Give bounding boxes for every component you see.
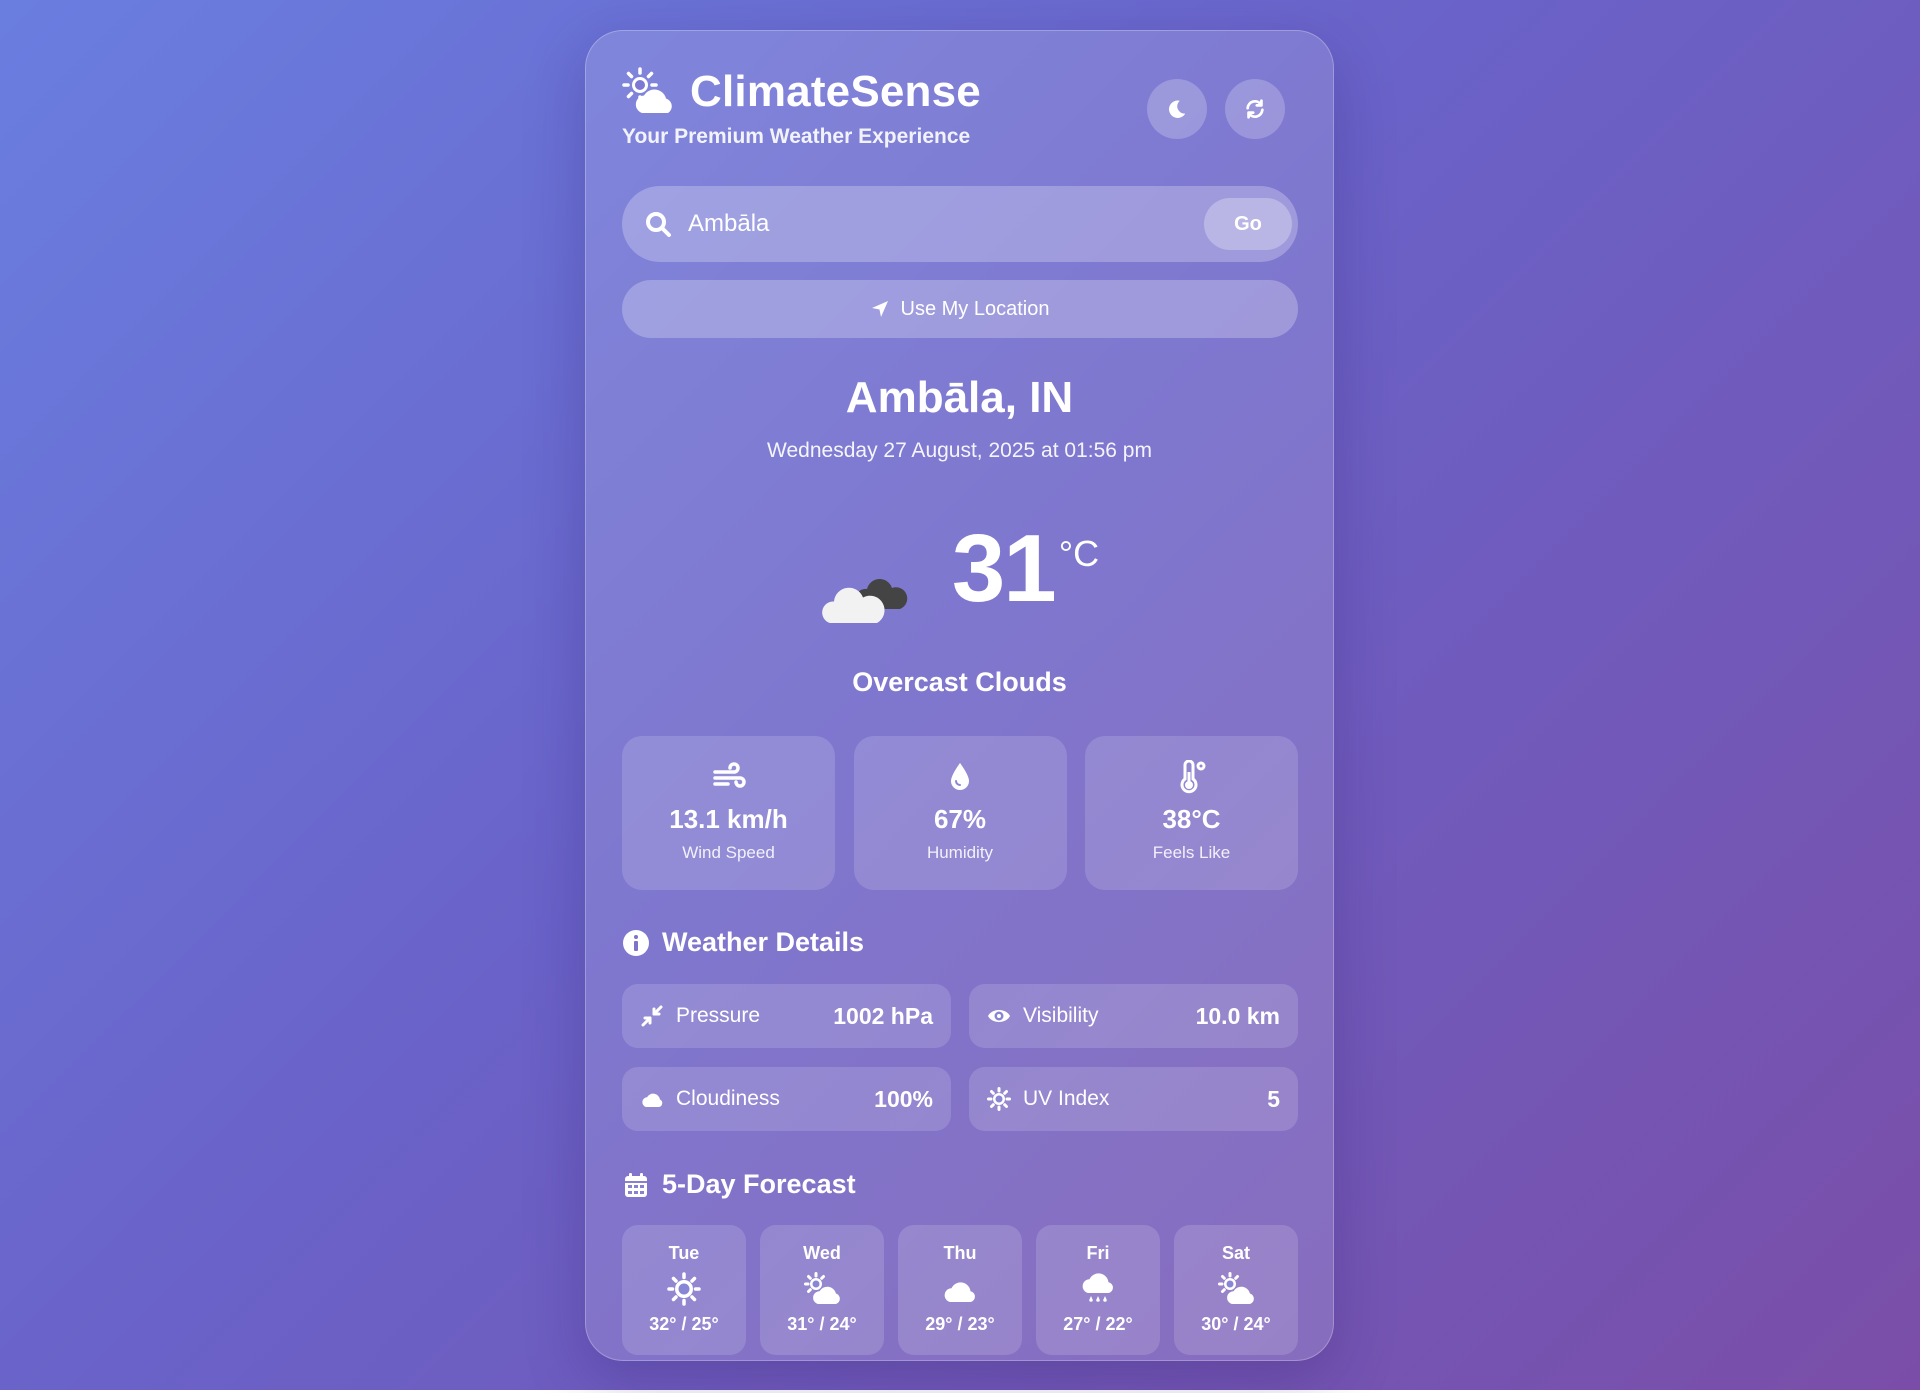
app-title: ClimateSense xyxy=(690,67,981,116)
forecast-day-sat: Sat 30° / 24° xyxy=(1174,1225,1298,1355)
temperature-value: 31 xyxy=(951,515,1057,622)
forecast-day-tue: Tue 32° / 25° xyxy=(622,1225,746,1355)
detail-visibility: Visibility 10.0 km xyxy=(969,984,1298,1048)
location-arrow-icon xyxy=(871,301,888,317)
refresh-button[interactable] xyxy=(1225,79,1285,139)
moon-icon xyxy=(1169,100,1186,118)
brand: ClimateSense xyxy=(622,67,981,117)
detail-pressure: Pressure 1002 hPa xyxy=(622,984,951,1048)
location-name: Ambāla, IN xyxy=(845,373,1074,422)
visibility-label: Visibility xyxy=(1023,1004,1099,1027)
forecast-day-name: Thu xyxy=(943,1243,977,1263)
stat-wind: 13.1 km/h Wind Speed xyxy=(622,736,835,890)
forecast-temps: 30° / 24° xyxy=(1201,1314,1271,1334)
use-my-location-button[interactable]: Use My Location xyxy=(622,280,1298,338)
sun-icon xyxy=(667,1272,701,1306)
forecast-day-fri: Fri 27° / 22° xyxy=(1036,1225,1160,1355)
use-my-location-label: Use My Location xyxy=(900,297,1050,320)
forecast-day-name: Wed xyxy=(803,1243,841,1263)
stat-feels-like: 38°C Feels Like xyxy=(1085,736,1298,890)
rain-icon xyxy=(1082,1273,1113,1302)
forecast-temps: 27° / 22° xyxy=(1063,1314,1133,1334)
sun-cloud-icon xyxy=(622,67,672,113)
header: ClimateSense Your Premium Weather Experi… xyxy=(622,31,1297,181)
feels-like-label: Feels Like xyxy=(1152,843,1231,862)
detail-cloudiness: Cloudiness 100% xyxy=(622,1067,951,1131)
uv-index-label: UV Index xyxy=(1023,1087,1110,1110)
wind-speed-value: 13.1 km/h xyxy=(669,804,788,834)
temperature-unit: °C xyxy=(1058,533,1100,574)
pressure-value: 1002 hPa xyxy=(833,1002,933,1029)
cloud-icon xyxy=(642,1093,663,1107)
forecast-day-wed: Wed 31° / 24° xyxy=(760,1225,884,1355)
weather-details-title: Weather Details xyxy=(662,927,865,957)
cloudiness-label: Cloudiness xyxy=(676,1087,780,1110)
app-tagline: Your Premium Weather Experience xyxy=(622,125,971,148)
forecast-day-name: Sat xyxy=(1221,1243,1250,1263)
calendar-icon xyxy=(625,1172,647,1197)
current-temperature-row: 31 °C xyxy=(586,521,1333,627)
stats-row: 13.1 km/h Wind Speed 67% Humidity 38°C F… xyxy=(622,736,1298,890)
go-button[interactable]: Go xyxy=(1204,198,1292,250)
weather-details-heading: Weather Details xyxy=(622,927,864,958)
forecast-temps: 31° / 24° xyxy=(787,1314,857,1334)
thermometer-icon xyxy=(1180,760,1205,794)
weather-condition: Overcast Clouds xyxy=(852,667,1067,697)
wind-icon xyxy=(712,762,746,788)
eye-icon xyxy=(988,1010,1010,1022)
sun-icon xyxy=(987,1087,1011,1111)
search-icon xyxy=(646,212,671,237)
sun-cloud-icon xyxy=(1218,1272,1254,1304)
visibility-value: 10.0 km xyxy=(1195,1002,1280,1029)
overcast-clouds-icon xyxy=(822,579,908,623)
info-icon xyxy=(623,929,649,956)
sun-cloud-icon xyxy=(804,1272,840,1304)
search-input[interactable] xyxy=(686,209,1204,239)
forecast-day-name: Tue xyxy=(668,1243,700,1263)
theme-toggle-button[interactable] xyxy=(1147,79,1207,139)
forecast-day-name: Fri xyxy=(1086,1243,1110,1263)
detail-uv-index: UV Index 5 xyxy=(969,1067,1298,1131)
forecast-temps: 32° / 25° xyxy=(649,1314,719,1334)
humidity-label: Humidity xyxy=(926,843,994,862)
pressure-label: Pressure xyxy=(676,1004,761,1027)
compress-icon xyxy=(641,1005,663,1027)
search-bar: Go xyxy=(622,186,1298,262)
forecast-day-thu: Thu 29° / 23° xyxy=(898,1225,1022,1355)
uv-index-value: 5 xyxy=(1267,1085,1280,1112)
stat-humidity: 67% Humidity xyxy=(853,736,1067,890)
forecast-heading: 5-Day Forecast xyxy=(622,1169,856,1200)
forecast-row: Tue 32° / 25° Wed 31° / 24° Thu 29° / 23… xyxy=(622,1225,1298,1355)
droplet-icon xyxy=(951,763,969,790)
weather-card: ClimateSense Your Premium Weather Experi… xyxy=(585,30,1334,1361)
cloudiness-value: 100% xyxy=(874,1085,933,1112)
feels-like-value: 38°C xyxy=(1162,804,1221,834)
forecast-title: 5-Day Forecast xyxy=(662,1169,856,1199)
refresh-icon xyxy=(1246,99,1264,119)
cloud-icon xyxy=(944,1282,975,1302)
forecast-temps: 29° / 23° xyxy=(925,1314,995,1334)
current-datetime: Wednesday 27 August, 2025 at 01:56 pm xyxy=(767,439,1152,462)
wind-speed-label: Wind Speed xyxy=(682,843,775,862)
humidity-value: 67% xyxy=(933,804,987,834)
